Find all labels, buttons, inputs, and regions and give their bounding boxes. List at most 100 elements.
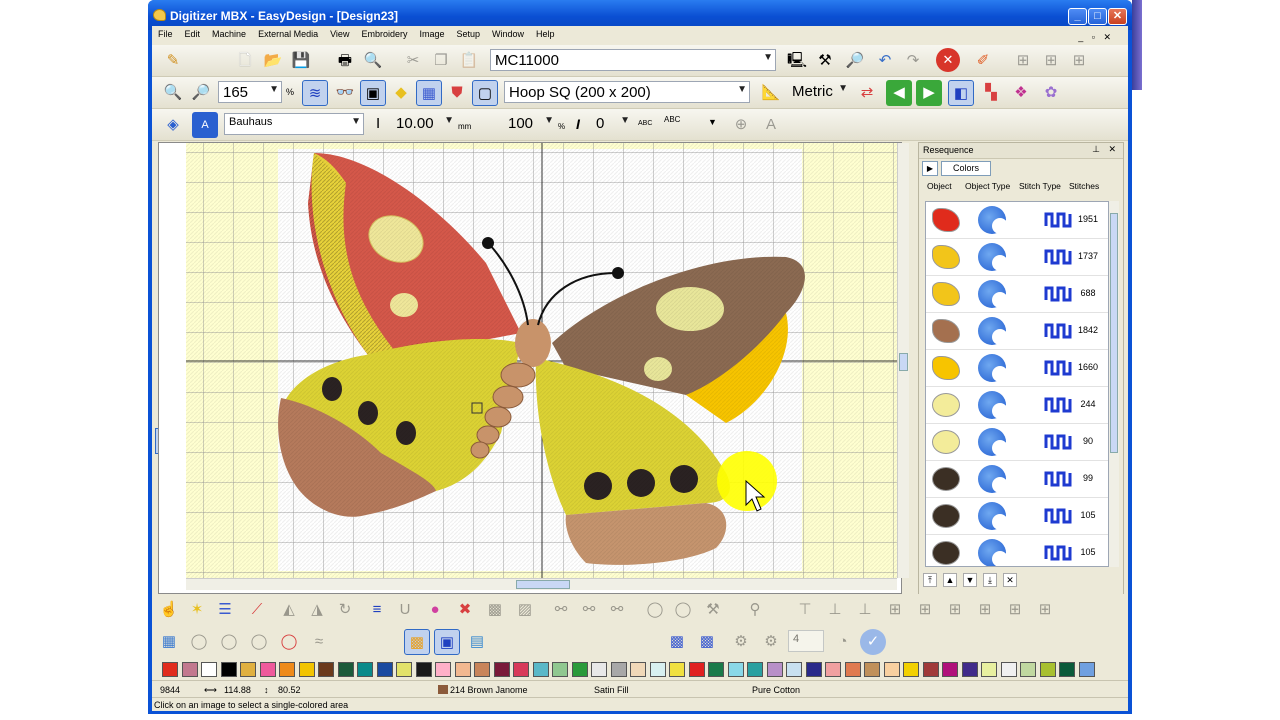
align-mid-icon[interactable]: ⊥	[822, 597, 848, 623]
fill-ball-icon[interactable]: ●	[422, 597, 448, 623]
open-icon[interactable]: 📂	[260, 48, 286, 74]
align-bottom-icon[interactable]: ⊥	[852, 597, 878, 623]
color-swatch[interactable]	[474, 662, 490, 677]
delete-icon[interactable]: ✕	[1003, 573, 1017, 587]
mirror-icon[interactable]: ◮	[304, 597, 330, 623]
panel-scroll-thumb[interactable]	[1110, 213, 1118, 453]
font-icon[interactable]: A	[192, 112, 218, 138]
color-swatch[interactable]	[708, 662, 724, 677]
color-swatch[interactable]	[1059, 662, 1075, 677]
node-edit-icon[interactable]: ⟋	[244, 597, 270, 623]
thread-palette[interactable]	[162, 662, 1122, 679]
menu-machine[interactable]: Machine	[206, 26, 252, 39]
redo-icon[interactable]: ↷	[900, 48, 926, 74]
color-swatch[interactable]	[337, 662, 354, 677]
move-bottom-icon[interactable]: ⤓	[983, 573, 997, 587]
color-swatch[interactable]	[1078, 662, 1095, 677]
menu-file[interactable]: File	[152, 26, 179, 39]
fit-icon[interactable]: ⊞	[1032, 597, 1058, 623]
grid-fill-icon[interactable]: ▩	[664, 629, 690, 655]
add-letter-icon[interactable]: ⊕	[728, 112, 754, 138]
stop-icon[interactable]: ✕	[936, 48, 960, 72]
split-icon[interactable]: ✖	[452, 597, 478, 623]
color-swatch[interactable]	[766, 662, 783, 677]
grid-fill2-icon[interactable]: ▩	[694, 629, 720, 655]
distribute-icon[interactable]: ⊞	[1038, 48, 1064, 74]
hoop-shield-icon[interactable]: ⛊	[444, 80, 470, 106]
letter-width-select[interactable]: 100 ▼	[504, 113, 556, 135]
zoom-out-icon[interactable]: 🔎	[188, 80, 214, 106]
cushion-icon[interactable]: ▨	[512, 597, 538, 623]
hscroll-thumb[interactable]	[516, 580, 570, 589]
grid-icon[interactable]: ▦	[416, 80, 442, 106]
stamp-icon[interactable]: ⚲	[742, 597, 768, 623]
abc-icon-2[interactable]: ABC	[664, 115, 680, 124]
copy-icon[interactable]: ❐	[428, 48, 454, 74]
canvas-vertical-scrollbar[interactable]	[897, 143, 909, 578]
design-canvas[interactable]	[186, 143, 897, 578]
toggle-icon[interactable]: ▶	[922, 161, 938, 176]
list-item[interactable]: 1842	[926, 313, 1108, 350]
color-swatch[interactable]	[747, 662, 763, 677]
border-icon[interactable]: ◯	[276, 629, 302, 655]
italic-select[interactable]: 0 ▼	[592, 113, 632, 135]
photo-stitch-icon[interactable]: ▤	[464, 629, 490, 655]
shape2-icon[interactable]: ◯	[246, 629, 272, 655]
color-swatch[interactable]	[1020, 662, 1036, 677]
tab-colors[interactable]: Colors	[941, 161, 991, 176]
color-swatch[interactable]	[552, 662, 568, 677]
effect3-icon[interactable]: ⚯	[604, 597, 630, 623]
butterfly-design[interactable]	[186, 143, 897, 578]
arrow-right-icon[interactable]: ▶	[916, 80, 942, 106]
new-icon[interactable]: 🗋	[232, 48, 258, 74]
color-swatch[interactable]	[493, 662, 510, 677]
color-swatch[interactable]	[922, 662, 939, 677]
color-swatch[interactable]	[415, 662, 432, 677]
color-swatch[interactable]	[805, 662, 822, 677]
color-swatch[interactable]	[201, 662, 217, 677]
move-top-icon[interactable]: ⤒	[923, 573, 937, 587]
stitches-view-icon[interactable]: ≋	[302, 80, 328, 106]
dist-v-icon[interactable]: ⊞	[912, 597, 938, 623]
move-down-icon[interactable]: ▼	[963, 573, 977, 587]
color-swatch[interactable]	[981, 662, 997, 677]
letter-height-select[interactable]: 10.00 ▼	[392, 113, 456, 135]
minimize-button[interactable]: _	[1068, 8, 1087, 25]
wave-icon[interactable]: ≈	[306, 629, 332, 655]
size-icon[interactable]: ⊞	[1002, 597, 1028, 623]
resequence-list[interactable]: 1951 1737 688 1842 1660 244 90 99 105 105	[925, 201, 1109, 567]
menu-window[interactable]: Window	[486, 26, 530, 39]
trace-image-icon[interactable]: ▩	[404, 629, 430, 655]
color-swatch[interactable]	[318, 662, 334, 677]
count-field[interactable]: 4	[788, 630, 824, 652]
machine-select[interactable]: MC11000 ▼	[490, 49, 776, 71]
paste-icon[interactable]: 📋	[456, 48, 482, 74]
color-swatch[interactable]	[825, 662, 841, 677]
print-icon[interactable]: 🖶	[332, 48, 358, 74]
vscroll-thumb[interactable]	[899, 353, 908, 371]
list-item[interactable]: 1660	[926, 350, 1108, 387]
tools2-icon[interactable]: ⚒	[700, 597, 726, 623]
hoop-icon[interactable]: ▢	[472, 80, 498, 106]
color-swatch[interactable]	[532, 662, 549, 677]
menu-embroidery[interactable]: Embroidery	[355, 26, 413, 39]
font-select[interactable]: Bauhaus ▼	[224, 113, 364, 135]
color-swatch[interactable]	[513, 662, 529, 677]
color-swatch[interactable]	[181, 662, 198, 677]
align-icon[interactable]: ⊞	[1010, 48, 1036, 74]
color-swatch[interactable]	[162, 662, 178, 677]
color-swatch[interactable]	[1039, 662, 1056, 677]
select-star-icon[interactable]: ✶	[184, 597, 210, 623]
objects-view-icon[interactable]: ◆	[388, 80, 414, 106]
color-swatch[interactable]	[844, 662, 861, 677]
color-swatch[interactable]	[279, 662, 295, 677]
color-swatch[interactable]	[298, 662, 315, 677]
rotate-icon[interactable]: ↻	[332, 597, 358, 623]
search-icon[interactable]: 🔎	[842, 48, 868, 74]
color-swatch[interactable]	[649, 662, 666, 677]
color-swatch[interactable]	[688, 662, 705, 677]
flip-icon[interactable]: ◭	[276, 597, 302, 623]
color-swatch[interactable]	[376, 662, 393, 677]
cut-icon[interactable]: ✂	[400, 48, 426, 74]
menu-help[interactable]: Help	[530, 26, 561, 39]
